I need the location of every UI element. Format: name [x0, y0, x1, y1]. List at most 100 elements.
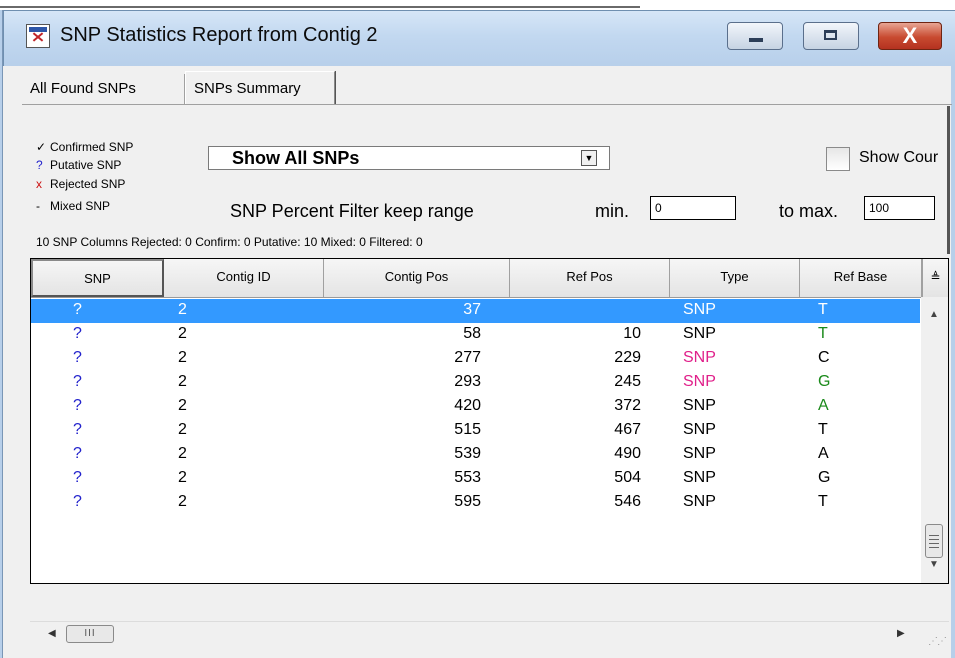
- window-title: SNP Statistics Report from Contig 2: [60, 24, 378, 46]
- cell-type: SNP: [683, 373, 716, 390]
- scroll-up-icon[interactable]: ▲: [929, 309, 939, 320]
- column-header-snp[interactable]: SNP: [31, 259, 164, 297]
- cell-snp-status: ?: [73, 325, 82, 342]
- cell-contig-pos: 595: [454, 493, 481, 510]
- table-row[interactable]: ? 2 595 546 SNP T: [31, 491, 920, 515]
- close-button[interactable]: X: [878, 22, 942, 50]
- background-strip: [0, 0, 955, 10]
- scroll-down-icon[interactable]: ▼: [929, 559, 939, 570]
- legend-putative: ? Putative SNP: [36, 158, 121, 172]
- snp-statistics-window: SNP Statistics Report from Contig 2 X Al…: [0, 0, 955, 658]
- cell-ref-base: G: [818, 469, 831, 486]
- column-header-contig-pos[interactable]: Contig Pos: [324, 259, 510, 297]
- cell-contig-id: 2: [178, 421, 187, 438]
- cell-ref-base: G: [818, 373, 831, 390]
- tab-snps-summary[interactable]: SNPs Summary: [185, 71, 335, 105]
- cell-type: SNP: [683, 301, 716, 318]
- cell-ref-base: T: [818, 493, 828, 510]
- app-icon[interactable]: [26, 24, 50, 48]
- snp-table[interactable]: SNP Contig ID Contig Pos Ref Pos Type Re…: [30, 258, 949, 584]
- show-counts-checkbox[interactable]: [826, 147, 850, 171]
- resize-grip-icon[interactable]: ⋰⋰: [928, 636, 947, 647]
- vertical-scroll-thumb[interactable]: [925, 524, 943, 558]
- cell-type: SNP: [683, 469, 716, 486]
- legend-mixed: - Mixed SNP: [36, 199, 110, 213]
- cell-contig-pos: 539: [454, 445, 481, 462]
- min-label: min.: [595, 201, 630, 221]
- tab-all-found-snps[interactable]: All Found SNPs: [22, 74, 185, 105]
- min-percent-input[interactable]: [650, 196, 736, 220]
- x-mark-icon: x: [36, 177, 42, 191]
- cell-type: SNP: [683, 421, 716, 438]
- legend-rejected-label: Rejected SNP: [50, 177, 126, 191]
- scroll-right-icon[interactable]: ▶: [897, 628, 905, 639]
- table-row[interactable]: ? 2 37 SNP T: [31, 299, 920, 323]
- table-row[interactable]: ? 2 539 490 SNP A: [31, 443, 920, 467]
- scroll-left-icon[interactable]: ◀: [48, 628, 56, 639]
- legend-rejected: x Rejected SNP: [36, 177, 125, 191]
- maximize-icon: [824, 30, 837, 40]
- tab-divider: [22, 104, 952, 105]
- cell-type: SNP: [683, 445, 716, 462]
- cell-type: SNP: [683, 493, 716, 510]
- cell-contig-pos: 58: [463, 325, 481, 342]
- cell-contig-id: 2: [178, 373, 187, 390]
- cell-snp-status: ?: [73, 493, 82, 510]
- cell-contig-id: 2: [178, 325, 187, 342]
- legend-confirmed-label: Confirmed SNP: [50, 140, 134, 154]
- table-row[interactable]: ? 2 553 504 SNP G: [31, 467, 920, 491]
- table-row[interactable]: ? 2 277 229 SNP C: [31, 347, 920, 371]
- minimize-icon: [749, 38, 763, 42]
- cell-ref-pos: 229: [614, 349, 641, 366]
- vertical-scrollbar[interactable]: ▲ ▼: [921, 297, 948, 583]
- snp-filter-select-value: Show All SNPs: [232, 148, 360, 168]
- status-summary: 10 SNP Columns Rejected: 0 Confirm: 0 Pu…: [36, 235, 423, 249]
- cell-snp-status: ?: [73, 421, 82, 438]
- background-line: [0, 6, 640, 8]
- cell-ref-base: T: [818, 325, 828, 342]
- column-header-type[interactable]: Type: [670, 259, 800, 297]
- table-row[interactable]: ? 2 515 467 SNP T: [31, 419, 920, 443]
- table-row[interactable]: ? 2 58 10 SNP T: [31, 323, 920, 347]
- minimize-button[interactable]: [727, 22, 783, 50]
- column-chooser-icon[interactable]: ≜: [922, 259, 948, 297]
- cell-snp-status: ?: [73, 445, 82, 462]
- cell-ref-base: A: [818, 445, 829, 462]
- column-header-contig-id[interactable]: Contig ID: [164, 259, 324, 297]
- cell-contig-id: 2: [178, 301, 187, 318]
- window-right-border: [951, 66, 955, 658]
- cell-ref-base: T: [818, 421, 828, 438]
- legend-confirmed: ✓ Confirmed SNP: [36, 140, 133, 154]
- legend-mixed-label: Mixed SNP: [50, 199, 111, 213]
- horizontal-scroll-thumb[interactable]: III: [66, 625, 114, 643]
- close-icon: X: [902, 23, 918, 48]
- table-row[interactable]: ? 2 420 372 SNP A: [31, 395, 920, 419]
- panel-edge: [947, 106, 950, 254]
- dropdown-arrow-icon[interactable]: ▼: [581, 150, 597, 166]
- cell-contig-id: 2: [178, 445, 187, 462]
- cell-contig-pos: 515: [454, 421, 481, 438]
- cell-snp-status: ?: [73, 469, 82, 486]
- cell-contig-pos: 293: [454, 373, 481, 390]
- horizontal-scrollbar[interactable]: ◀ III ▶: [30, 621, 949, 648]
- cell-ref-pos: 10: [623, 325, 641, 342]
- checkmark-icon: ✓: [36, 140, 47, 154]
- cell-contig-pos: 37: [463, 301, 481, 318]
- cell-type: SNP: [683, 397, 716, 414]
- cell-contig-pos: 553: [454, 469, 481, 486]
- cell-ref-pos: 467: [614, 421, 641, 438]
- max-percent-input[interactable]: [864, 196, 935, 220]
- cell-snp-status: ?: [73, 301, 82, 318]
- cell-ref-pos: 504: [614, 469, 641, 486]
- cell-ref-base: A: [818, 397, 829, 414]
- column-header-ref-base[interactable]: Ref Base: [800, 259, 922, 297]
- cell-snp-status: ?: [73, 373, 82, 390]
- column-header-ref-pos[interactable]: Ref Pos: [510, 259, 670, 297]
- dash-icon: -: [36, 199, 40, 213]
- show-counts-label: Show Cour: [859, 149, 939, 166]
- cell-snp-status: ?: [73, 397, 82, 414]
- maximize-button[interactable]: [803, 22, 859, 50]
- table-row[interactable]: ? 2 293 245 SNP G: [31, 371, 920, 395]
- percent-filter-label: SNP Percent Filter keep range: [230, 201, 474, 221]
- question-mark-icon: ?: [36, 158, 43, 172]
